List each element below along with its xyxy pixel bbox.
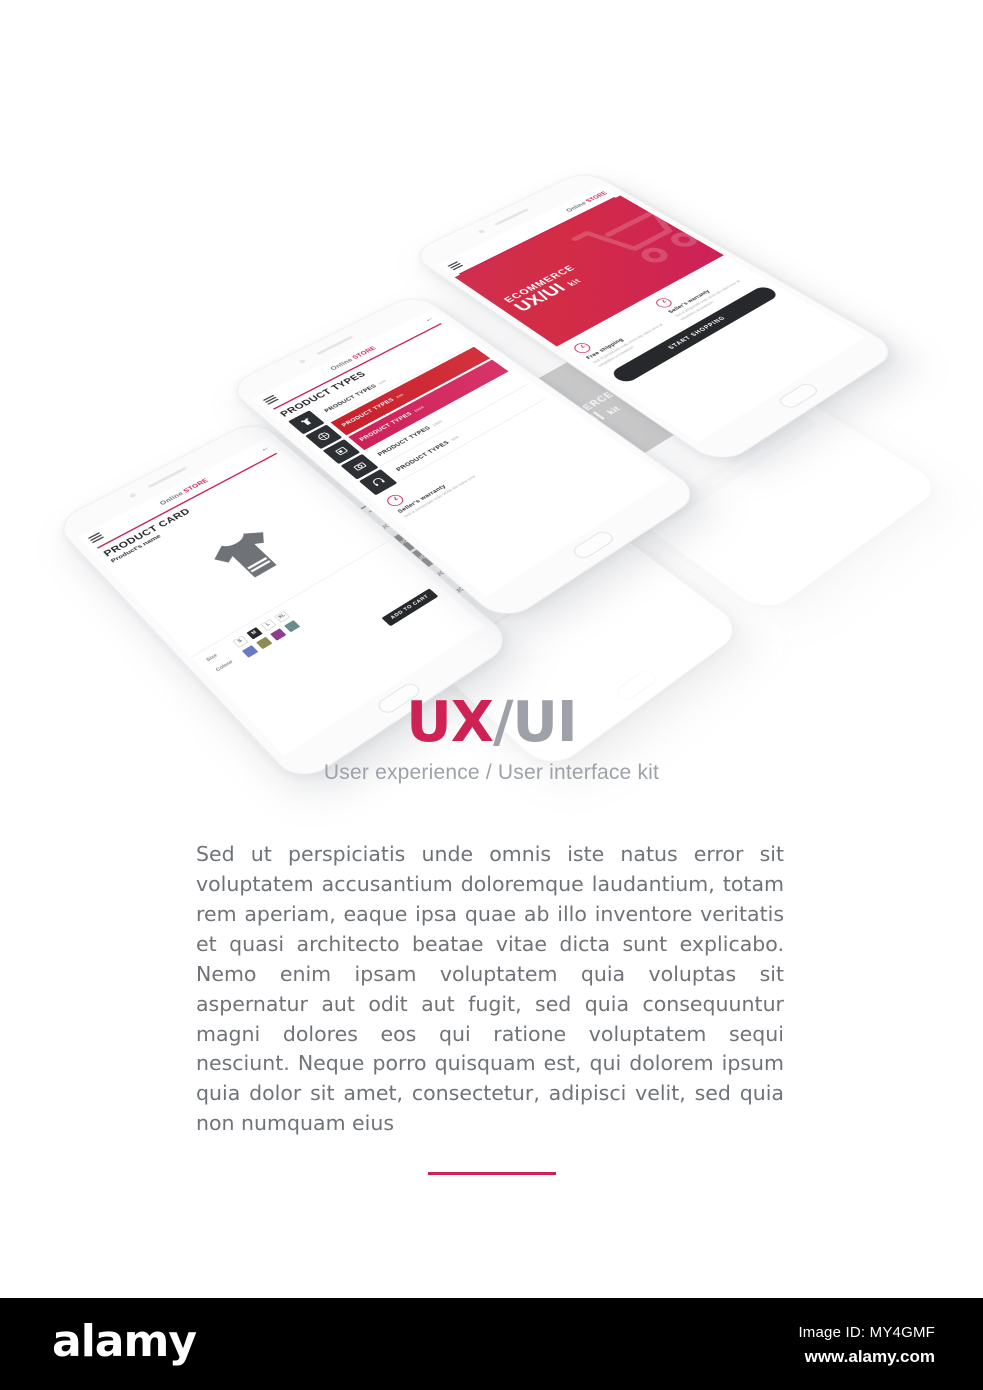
colour-swatch[interactable] (269, 628, 287, 641)
colour-swatch[interactable] (241, 644, 259, 658)
logo-block: UX/UI User experience / User interface k… (0, 695, 983, 785)
category-count: 1000 (413, 405, 426, 413)
category-count: 300 (449, 435, 460, 442)
phone-mockup-scene: Online STORE ECOMMERCE UX/UI kit Free sh… (0, 95, 983, 787)
page-title: UX/UI (0, 695, 983, 751)
size-option[interactable]: XL (274, 610, 291, 623)
body-paragraph: Sed ut perspiciatis unde omnis iste natu… (196, 842, 784, 1136)
logo-ux: UX (406, 690, 494, 755)
logo-ui: /UI (492, 690, 578, 755)
size-option-selected[interactable]: M (246, 626, 263, 640)
watermark-info: Image ID: MY4GMF www.alamy.com (798, 1324, 935, 1367)
size-option[interactable]: S (232, 635, 249, 648)
front-camera-icon (477, 229, 486, 234)
colour-swatch[interactable] (283, 619, 300, 633)
colour-swatch[interactable] (255, 636, 273, 649)
back-icon[interactable]: ← (258, 444, 272, 453)
category-count: 100 (377, 379, 387, 385)
category-count: 1500 (431, 419, 444, 427)
front-camera-icon (298, 358, 307, 364)
back-icon[interactable]: ← (422, 315, 436, 323)
front-camera-icon (128, 492, 137, 499)
menu-icon[interactable] (446, 260, 465, 271)
add-to-cart-button[interactable]: ADD TO CART (381, 588, 439, 627)
menu-icon[interactable] (261, 394, 280, 406)
alamy-logo: alamy (52, 1316, 197, 1367)
size-option[interactable]: L (260, 618, 277, 631)
image-id: Image ID: MY4GMF (798, 1324, 935, 1341)
tshirt-icon (208, 526, 291, 586)
category-count: 200 (395, 392, 405, 399)
front-camera-icon (515, 351, 524, 357)
divider-rule (427, 1172, 556, 1175)
poster-canvas: Online STORE ECOMMERCE UX/UI kit Free sh… (0, 0, 983, 1390)
menu-icon[interactable] (87, 531, 106, 545)
watermark-footer: alamy Image ID: MY4GMF www.alamy.com (0, 1298, 983, 1390)
tagline: User experience / User interface kit (323, 761, 660, 784)
alamy-url[interactable]: www.alamy.com (798, 1347, 935, 1367)
